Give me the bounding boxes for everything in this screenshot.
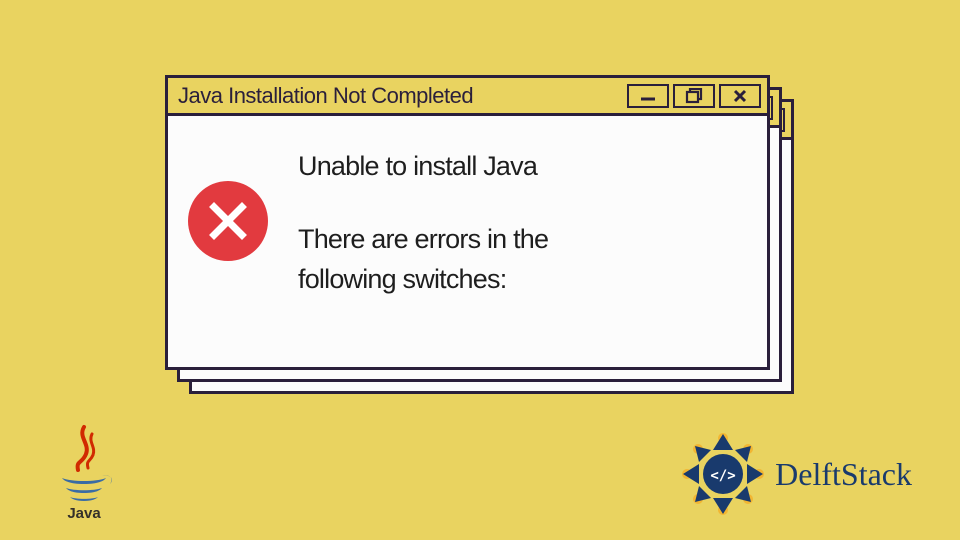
dialog-body: Unable to install Java There are errors … [168,116,767,367]
window-title: Java Installation Not Completed [178,83,473,109]
error-dialog: Java Installation Not Completed [165,75,770,370]
error-dialog-stack: Java Installation Not Completed [165,75,790,390]
error-detail-line2: following switches: [298,259,548,300]
message-area: Unable to install Java There are errors … [298,146,548,300]
error-heading: Unable to install Java [298,146,548,187]
delftstack-logo: </> DelftStack [679,430,912,518]
error-icon [188,181,268,261]
titlebar[interactable]: Java Installation Not Completed [168,78,767,116]
error-detail-line1: There are errors in the [298,219,548,260]
maximize-button[interactable] [673,84,715,108]
java-logo: Java [48,422,120,522]
delftstack-text: DelftStack [775,456,912,493]
delftstack-emblem-icon: </> [679,430,767,518]
minimize-button[interactable] [627,84,669,108]
close-button[interactable] [719,84,761,108]
window-controls [627,84,761,108]
svg-text:</>: </> [711,468,736,484]
svg-text:Java: Java [67,505,101,522]
